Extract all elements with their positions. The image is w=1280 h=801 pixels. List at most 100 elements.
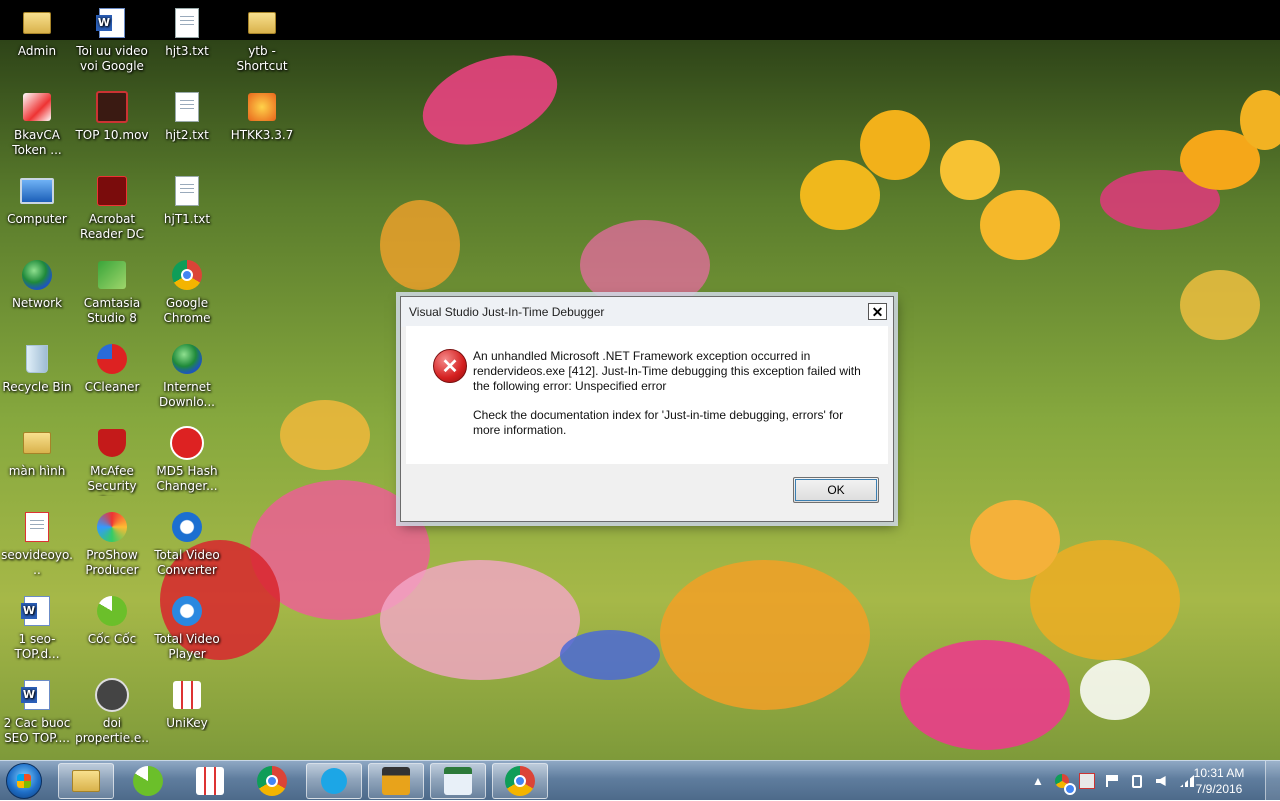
text-file-icon bbox=[170, 6, 204, 40]
word-document-icon bbox=[20, 594, 54, 628]
total-video-player-icon bbox=[170, 594, 204, 628]
desktop-icon-label: UniKey bbox=[166, 716, 208, 730]
dialog-titlebar[interactable]: Visual Studio Just-In-Time Debugger ✕ bbox=[401, 297, 893, 327]
desktop-icon-label: 1 seo-TOP.d... bbox=[14, 632, 60, 661]
network-icon bbox=[20, 258, 54, 292]
desktop-icon[interactable]: hjt2.txt bbox=[150, 84, 224, 143]
chrome-icon bbox=[257, 766, 287, 796]
desktop-icon[interactable]: Total Video Player bbox=[150, 588, 224, 662]
desktop-icon[interactable]: BkavCA Token ... bbox=[0, 84, 74, 158]
desktop-icon[interactable]: Toi uu video voi Google ... bbox=[75, 0, 149, 76]
video-editor-icon bbox=[382, 767, 410, 795]
desktop-icon-label: ProShow Producer bbox=[85, 548, 139, 577]
desktop-icon[interactable]: Computer bbox=[0, 168, 74, 227]
dialog-body: ✕ An unhandled Microsoft .NET Framework … bbox=[406, 326, 888, 464]
desktop-icon[interactable]: 2 Cac buoc SEO TOP.... bbox=[0, 672, 74, 746]
wallpaper-flower bbox=[800, 160, 880, 230]
wallpaper-flower bbox=[410, 38, 570, 162]
desktop-icon[interactable]: màn hình bbox=[0, 420, 74, 479]
window-app-icon bbox=[444, 767, 472, 795]
video-file-icon bbox=[95, 90, 129, 124]
desktop-icon[interactable]: CCleaner bbox=[75, 336, 149, 395]
desktop-icon[interactable]: MD5 Hash Changer... bbox=[150, 420, 224, 494]
recycle-bin-icon bbox=[20, 342, 54, 376]
desktop-icon[interactable]: McAfee Security Sc... bbox=[75, 420, 149, 496]
clock-time: 10:31 AM bbox=[1193, 766, 1245, 780]
desktop-icon[interactable]: ProShow Producer bbox=[75, 504, 149, 578]
start-button[interactable] bbox=[6, 763, 42, 799]
wallpaper-flower bbox=[660, 560, 870, 710]
desktop-icon[interactable]: ytb - Shortcut bbox=[225, 0, 299, 74]
show-hidden-icons-button[interactable]: ▲ bbox=[1030, 773, 1046, 789]
desktop-icon-label: Recycle Bin bbox=[2, 380, 72, 394]
desktop-icon-label: BkavCA Token ... bbox=[12, 128, 62, 157]
action-center-flag-icon[interactable] bbox=[1104, 773, 1120, 789]
camtasia-icon bbox=[95, 258, 129, 292]
desktop-icon-label: Cốc Cốc bbox=[87, 632, 137, 646]
volume-icon[interactable] bbox=[1154, 773, 1170, 789]
unikey-icon bbox=[196, 767, 224, 795]
taskbar-button[interactable] bbox=[58, 763, 114, 799]
desktop-icon[interactable]: doi propertie.e... bbox=[75, 672, 149, 748]
desktop-icon[interactable]: Internet Downlo... bbox=[150, 336, 224, 410]
proshow-icon bbox=[95, 510, 129, 544]
desktop-icon[interactable]: Camtasia Studio 8 bbox=[75, 252, 149, 326]
system-tray: ▲ 10:31 AM 7/9/2016 bbox=[1010, 761, 1280, 801]
taskbar-button[interactable] bbox=[492, 763, 548, 799]
desktop-icon-label: màn hình bbox=[8, 464, 66, 478]
desktop-icon-label: Google Chrome bbox=[163, 296, 211, 325]
desktop-icon[interactable]: Acrobat Reader DC bbox=[75, 168, 149, 242]
show-desktop-button[interactable] bbox=[1265, 761, 1280, 801]
wallpaper-flower bbox=[1080, 660, 1150, 720]
desktop-icon[interactable]: Admin bbox=[0, 0, 74, 59]
desktop-icon[interactable]: hjT1.txt bbox=[150, 168, 224, 227]
desktop[interactable]: Admin Toi uu video voi Google ... hjt3.txt… bbox=[0, 0, 1280, 760]
internet-download-manager-icon bbox=[170, 342, 204, 376]
desktop-icon-label: hjt3.txt bbox=[165, 44, 209, 58]
close-button[interactable]: ✕ bbox=[868, 303, 887, 320]
desktop-icon[interactable]: 1 seo-TOP.d... bbox=[0, 588, 74, 662]
clock[interactable]: 10:31 AM 7/9/2016 bbox=[1184, 765, 1254, 797]
dialog-title: Visual Studio Just-In-Time Debugger bbox=[409, 305, 605, 319]
desktop-icon[interactable]: hjt3.txt bbox=[150, 0, 224, 59]
wallpaper-flower bbox=[900, 640, 1070, 750]
desktop-icon-label: Computer bbox=[7, 212, 67, 226]
skype-icon bbox=[321, 768, 347, 794]
chrome-tray-icon[interactable] bbox=[1054, 773, 1076, 795]
desktop-icon-label: Toi uu video voi Google ... bbox=[76, 44, 148, 76]
chevron-up-icon: ▲ bbox=[1032, 774, 1044, 788]
taskbar-button[interactable] bbox=[368, 763, 424, 799]
desktop-icon-label: Network bbox=[11, 296, 63, 310]
acrobat-icon bbox=[95, 174, 129, 208]
taskbar-button[interactable] bbox=[244, 763, 300, 799]
device-icon[interactable] bbox=[1129, 773, 1145, 789]
wallpaper-flower bbox=[970, 500, 1060, 580]
vivaldi-tray-icon[interactable] bbox=[1079, 773, 1095, 789]
user-folder-icon bbox=[20, 6, 54, 40]
ok-button[interactable]: OK bbox=[793, 477, 879, 503]
text-file-icon bbox=[170, 90, 204, 124]
mcafee-icon bbox=[95, 426, 129, 460]
wallpaper-flower bbox=[860, 110, 930, 180]
md5-hash-icon bbox=[170, 426, 204, 460]
ac-app-icon bbox=[95, 678, 129, 712]
desktop-icon[interactable]: Cốc Cốc bbox=[75, 588, 149, 647]
desktop-icon[interactable]: TOP 10.mov bbox=[75, 84, 149, 143]
desktop-icon-label: Camtasia Studio 8 bbox=[83, 296, 141, 325]
taskbar-button[interactable] bbox=[182, 763, 238, 799]
desktop-icon[interactable]: UniKey bbox=[150, 672, 224, 731]
desktop-icon[interactable]: seovideoyo... bbox=[0, 504, 74, 578]
desktop-icon[interactable]: Google Chrome bbox=[150, 252, 224, 326]
taskbar-button[interactable] bbox=[306, 763, 362, 799]
desktop-icon[interactable]: Recycle Bin bbox=[0, 336, 74, 395]
desktop-icon-label: Admin bbox=[17, 44, 57, 58]
desktop-icon[interactable]: HTKK3.3.7 bbox=[225, 84, 299, 143]
wallpaper-flower bbox=[380, 200, 460, 290]
error-message: An unhandled Microsoft .NET Framework ex… bbox=[473, 349, 861, 393]
word-document-icon bbox=[95, 6, 129, 40]
taskbar-button[interactable] bbox=[120, 763, 176, 799]
desktop-icon[interactable]: Total Video Converter bbox=[150, 504, 224, 578]
folder-shortcut-icon bbox=[245, 6, 279, 40]
desktop-icon[interactable]: Network bbox=[0, 252, 74, 311]
taskbar-button[interactable] bbox=[430, 763, 486, 799]
